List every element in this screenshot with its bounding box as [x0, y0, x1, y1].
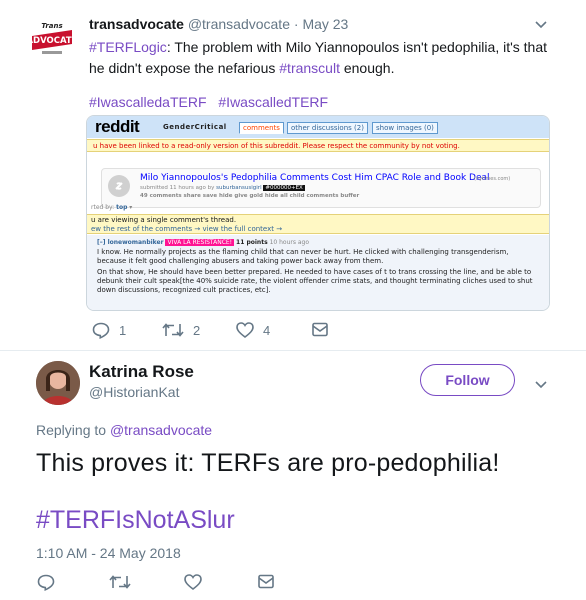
avatar[interactable]: Trans ADVOCATE — [28, 14, 76, 62]
tweet-text: This proves it: TERFs are pro-pedophilia… — [36, 449, 500, 477]
parent-tweet: Trans ADVOCATE transadvocate @transadvoc… — [0, 0, 586, 350]
message-icon — [258, 574, 274, 589]
replying-to-link[interactable]: @transadvocate — [110, 422, 212, 438]
hashtag-link[interactable]: #IwascalledTERF — [218, 94, 328, 110]
comment-points: 11 points — [236, 239, 268, 246]
hashtag-row: #IwascalledaTERF #IwascalledTERF — [89, 94, 336, 110]
reply-icon — [37, 574, 55, 591]
author-name[interactable]: Katrina Rose — [89, 362, 194, 382]
hashtag-link[interactable]: #TERFLogic — [89, 39, 167, 55]
reddit-logo: reddit — [95, 117, 140, 136]
message-icon — [312, 322, 328, 337]
retweet-button[interactable] — [109, 574, 131, 590]
tweet-date[interactable]: May 23 — [302, 16, 348, 32]
post-title: Milo Yiannopoulos's Pedophilia Comments … — [140, 173, 490, 183]
like-icon — [236, 322, 254, 338]
post-domain: (nytimes.com) — [474, 176, 511, 182]
reddit-post: Milo Yiannopoulos's Pedophilia Comments … — [101, 168, 541, 208]
reply-button[interactable] — [37, 574, 55, 591]
tweet-text: #TERFLogic: The problem with Milo Yianno… — [89, 37, 559, 79]
comment-header: [–] lonewomanbiker VIVA LA RESISTANCE! 1… — [97, 239, 539, 246]
single-thread-notice: u are viewing a single comment's thread.… — [87, 214, 549, 234]
reddit-comment: [–] lonewomanbiker VIVA LA RESISTANCE! 1… — [87, 235, 549, 310]
comment-user: [–] lonewomanbiker — [97, 239, 164, 246]
submitter: suburbansusigirl — [216, 185, 262, 191]
message-button[interactable] — [258, 574, 274, 589]
author-handle[interactable]: @HistorianKat — [89, 384, 179, 400]
link-icon — [108, 175, 130, 197]
hashtag-link[interactable]: #IwascalledaTERF — [89, 94, 207, 110]
author-handle[interactable]: @transadvocate — [188, 16, 290, 32]
avatar[interactable] — [36, 361, 80, 405]
tweet-timestamp[interactable]: 1:10 AM - 24 May 2018 — [36, 545, 181, 561]
tweet-actions — [0, 574, 586, 594]
follow-button[interactable]: Follow — [420, 364, 515, 396]
attached-image[interactable]: reddit GenderCritical comments other dis… — [86, 115, 550, 311]
reddit-tab: comments — [239, 122, 284, 134]
profile-photo — [36, 361, 80, 405]
like-icon — [184, 574, 202, 590]
sort-prefix: rted by: — [91, 204, 115, 211]
subreddit-name: GenderCritical — [163, 123, 227, 131]
reddit-tab: show images (0) — [372, 122, 438, 134]
reddit-header: reddit GenderCritical comments other dis… — [87, 116, 549, 138]
submitted-text: submitted 11 hours ago by — [140, 185, 215, 191]
replying-to: Replying to @transadvocate — [36, 422, 212, 438]
reply-count: 1 — [119, 323, 127, 338]
retweet-icon — [109, 575, 131, 589]
post-links: 49 comments share save hide give gold hi… — [140, 193, 360, 199]
svg-text:Trans: Trans — [41, 22, 62, 30]
tweet-header: transadvocate @transadvocate · May 23 — [89, 16, 348, 32]
comment-flair: VIVA LA RESISTANCE! — [165, 239, 235, 246]
retweet-button[interactable]: 2 — [162, 322, 200, 338]
separator: · — [293, 16, 299, 32]
like-button[interactable]: 4 — [236, 322, 270, 338]
retweet-count: 2 — [193, 322, 201, 338]
replying-prefix: Replying to — [36, 422, 107, 438]
divider — [0, 350, 586, 351]
retweet-icon — [162, 323, 184, 337]
readonly-notice: u have been linked to a read-only versio… — [87, 139, 549, 152]
chevron-down-icon[interactable] — [535, 378, 547, 392]
chevron-down-icon[interactable] — [535, 18, 547, 32]
single-thread-link: ew the rest of the comments → view the f… — [91, 225, 283, 233]
comment-age: 10 hours ago — [269, 239, 310, 246]
reply-icon — [92, 322, 110, 339]
author-name[interactable]: transadvocate — [89, 16, 184, 32]
sort-value: top — [116, 204, 128, 211]
comment-body: I know. He normally projects as the flam… — [97, 248, 539, 295]
sort-label: rted by: top ▾ — [91, 204, 133, 211]
reddit-tab: other discussions (2) — [287, 122, 368, 134]
reply-button[interactable]: 1 — [92, 322, 126, 339]
user-flair: #000000+EX — [263, 185, 305, 191]
svg-text:ADVOCATE: ADVOCATE — [28, 36, 76, 46]
post-submitted: submitted 11 hours ago by suburbansusigi… — [140, 185, 305, 191]
single-thread-line: u are viewing a single comment's thread. — [91, 216, 237, 224]
hashtag-link[interactable]: #transcult — [279, 60, 340, 76]
comment-paragraph: I know. He normally projects as the flam… — [97, 248, 509, 265]
transadvocate-logo: Trans ADVOCATE — [28, 22, 76, 54]
comment-paragraph: On that show, He should have been better… — [97, 268, 533, 294]
like-button[interactable] — [184, 574, 202, 590]
hashtag-link[interactable]: #TERFIsNotASlur — [36, 506, 235, 535]
message-button[interactable] — [312, 322, 328, 337]
tweet-text-part: enough. — [339, 60, 395, 76]
like-count: 4 — [263, 322, 271, 338]
